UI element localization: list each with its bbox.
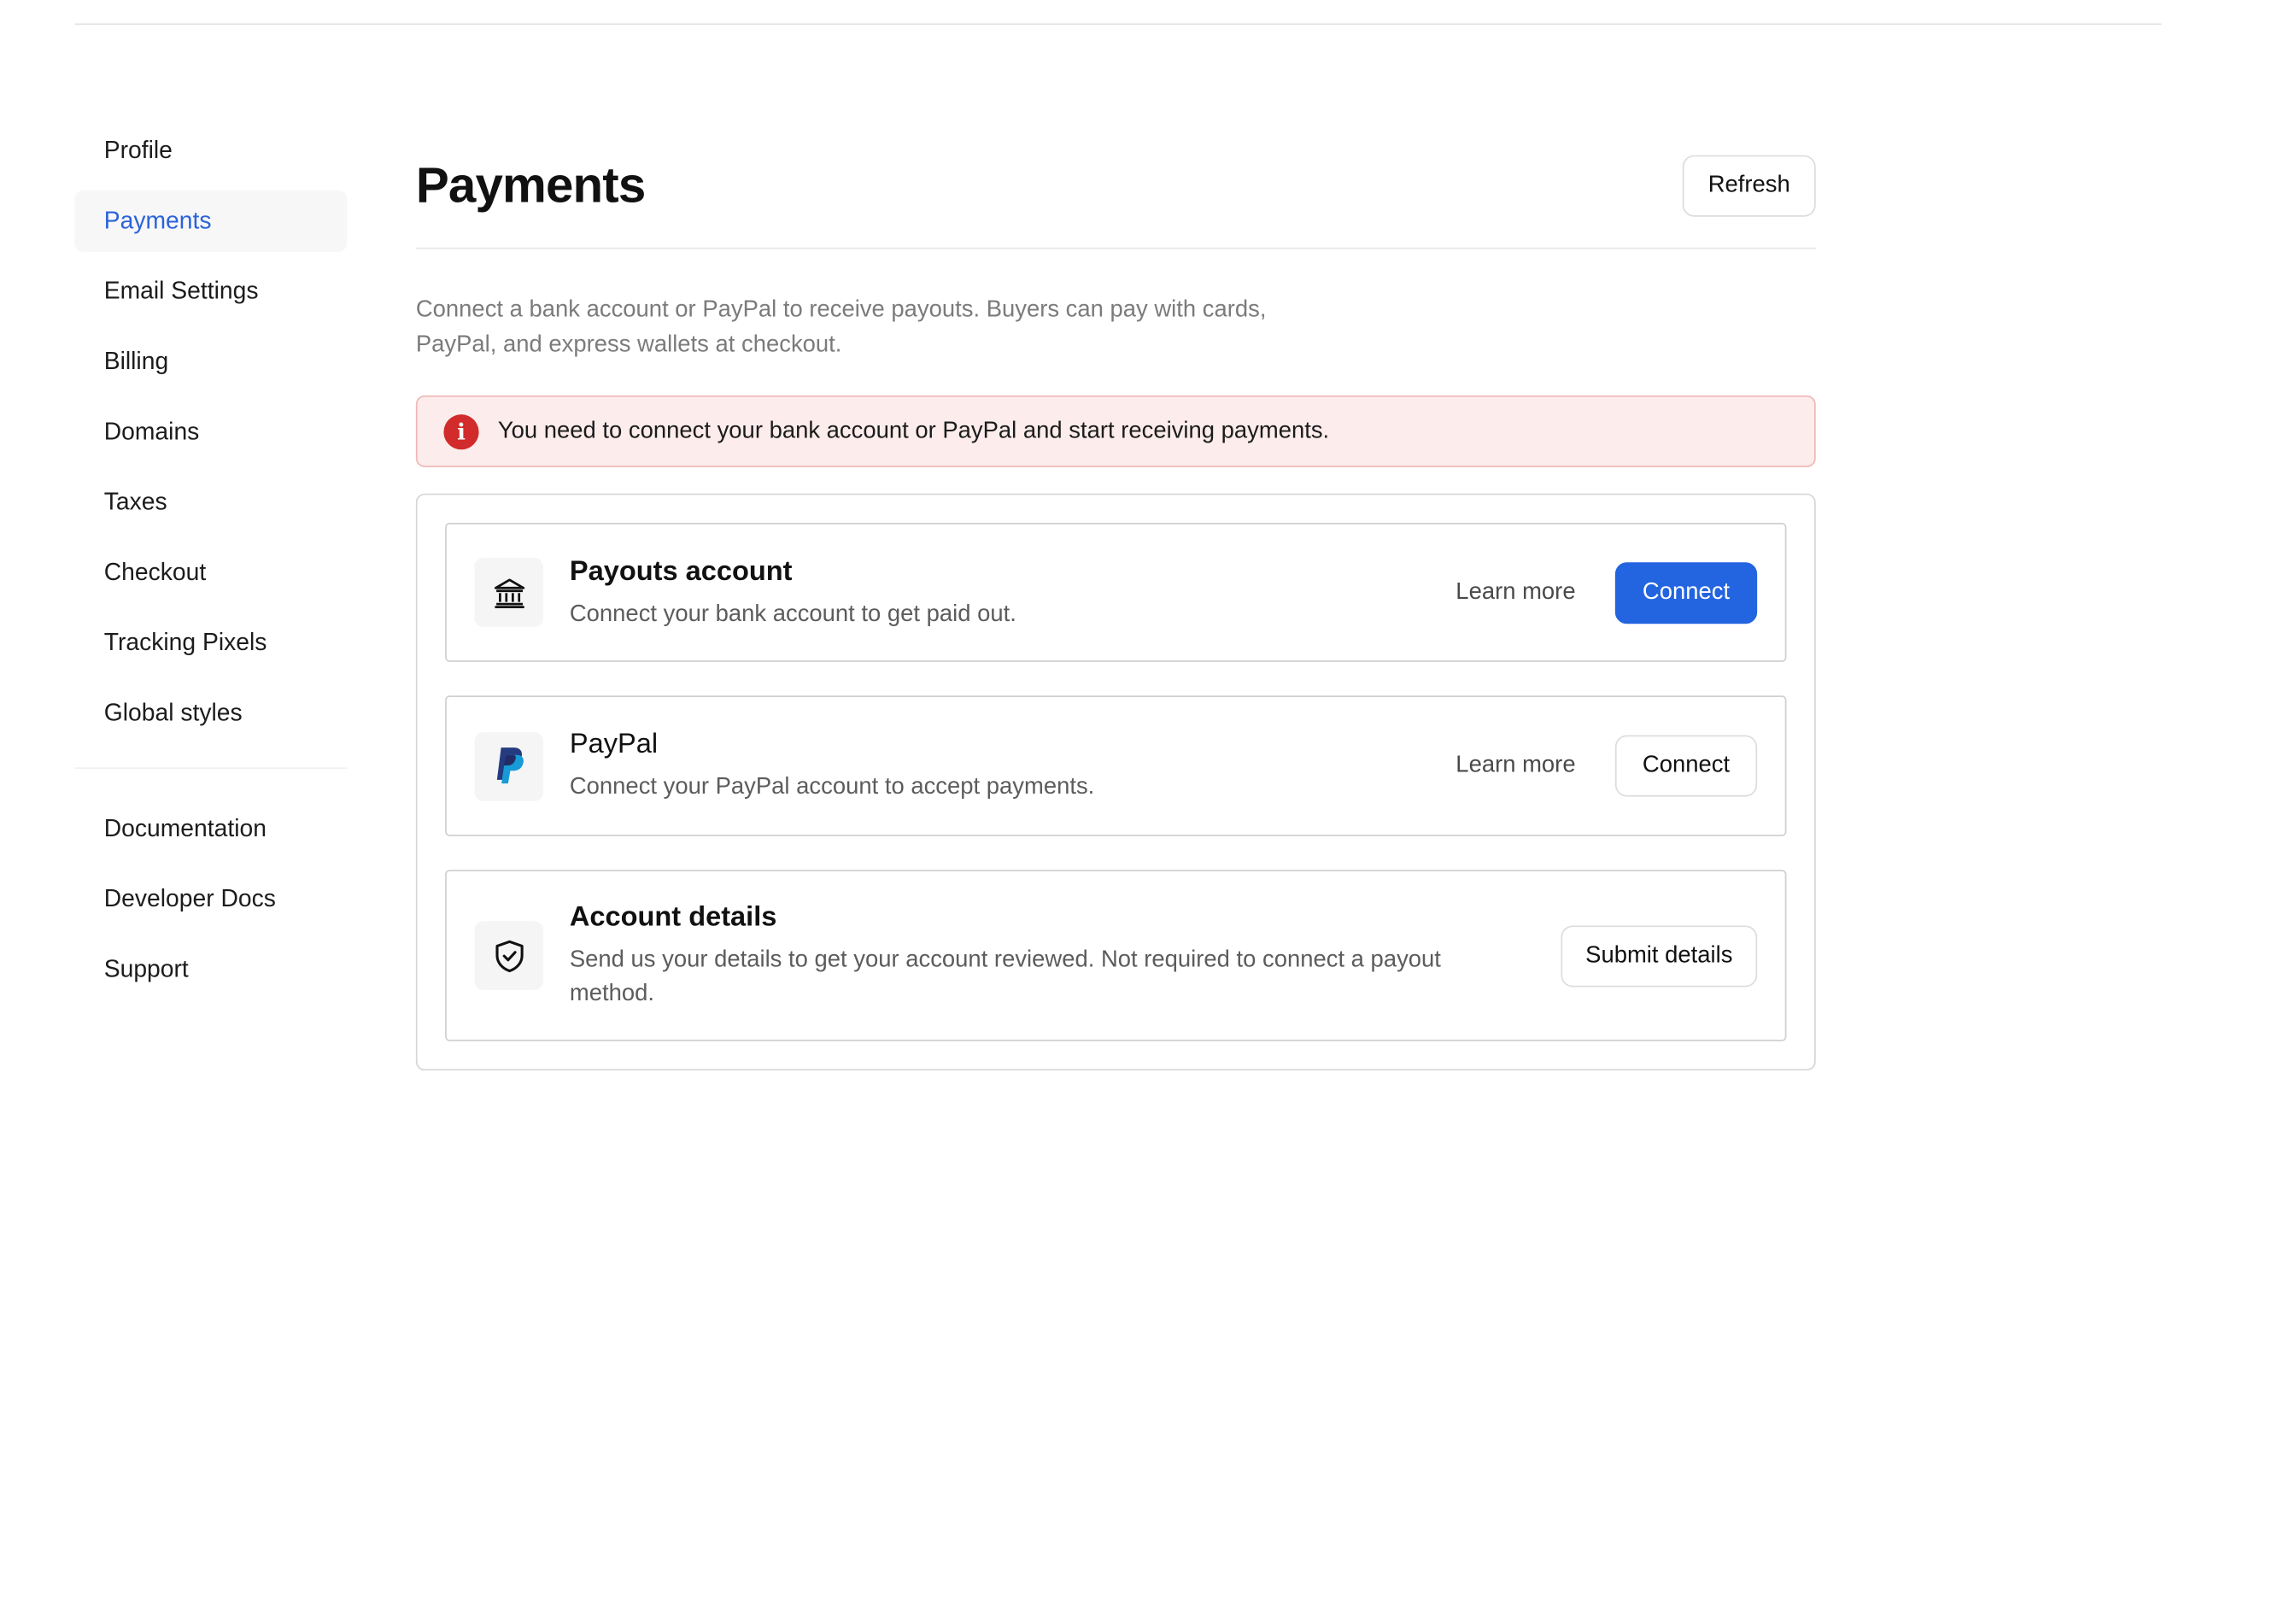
sidebar-item-developer-docs[interactable]: Developer Docs [74, 869, 347, 930]
payouts-account-description: Connect your bank account to get paid ou… [569, 601, 1016, 626]
account-details-card: Account details Send us your details to … [445, 870, 1787, 1041]
paypal-icon [474, 731, 544, 800]
paypal-description: Connect your PayPal account to accept pa… [569, 774, 1095, 800]
sidebar-item-billing[interactable]: Billing [74, 331, 347, 392]
alert-text: You need to connect your bank account or… [497, 418, 1330, 443]
account-details-title: Account details [569, 902, 777, 934]
sidebar-item-profile[interactable]: Profile [74, 120, 347, 182]
sidebar-item-taxes[interactable]: Taxes [74, 472, 347, 533]
payouts-account-title: Payouts account [569, 555, 793, 587]
sidebar-item-support[interactable]: Support [74, 939, 347, 1000]
paypal-title: PayPal [569, 729, 659, 760]
page-header: Payments Refresh [415, 155, 1816, 249]
bank-icon [474, 558, 544, 627]
payouts-connect-button[interactable]: Connect [1614, 561, 1758, 624]
paypal-connect-button[interactable]: Connect [1614, 735, 1758, 797]
payouts-account-actions: Learn more Connect [1456, 561, 1758, 624]
payouts-account-text: Payouts account Connect your bank accoun… [570, 554, 1456, 630]
sidebar-item-documentation[interactable]: Documentation [74, 798, 347, 859]
refresh-button[interactable]: Refresh [1682, 155, 1816, 217]
intro-text: Connect a bank account or PayPal to rece… [415, 297, 1267, 358]
paypal-actions: Learn more Connect [1456, 735, 1758, 797]
settings-sidebar: Profile Payments Email Settings Billing … [74, 120, 348, 1010]
sidebar-item-tracking-pixels[interactable]: Tracking Pixels [74, 613, 347, 674]
account-details-actions: Submit details [1561, 924, 1758, 987]
info-icon: i [443, 413, 479, 449]
app-root: Profile Payments Email Settings Billing … [0, 0, 2296, 1606]
alert-banner: i You need to connect your bank account … [415, 395, 1816, 467]
payouts-learn-more-link[interactable]: Learn more [1456, 579, 1575, 606]
sidebar-item-global-styles[interactable]: Global styles [74, 683, 347, 744]
sidebar-item-payments[interactable]: Payments [74, 190, 348, 252]
payment-methods-card: Payouts account Connect your bank accoun… [415, 493, 1816, 1071]
paypal-text: PayPal Connect your PayPal account to ac… [570, 728, 1456, 804]
sidebar-divider [74, 767, 348, 770]
paypal-learn-more-link[interactable]: Learn more [1456, 753, 1575, 779]
sidebar-item-domains[interactable]: Domains [74, 402, 347, 463]
account-details-text: Account details Send us your details to … [570, 900, 1561, 1011]
paypal-card: PayPal Connect your PayPal account to ac… [445, 695, 1787, 836]
account-details-description: Send us your details to get your account… [569, 947, 1441, 1006]
payments-main: Payments Refresh Connect a bank account … [415, 155, 1816, 1071]
sidebar-item-email-settings[interactable]: Email Settings [74, 261, 347, 322]
payouts-account-card: Payouts account Connect your bank accoun… [445, 523, 1787, 662]
page-title: Payments [415, 158, 646, 214]
sidebar-item-checkout[interactable]: Checkout [74, 542, 347, 603]
shield-check-icon [474, 921, 544, 990]
submit-details-button[interactable]: Submit details [1561, 924, 1758, 987]
top-divider [74, 23, 2162, 26]
